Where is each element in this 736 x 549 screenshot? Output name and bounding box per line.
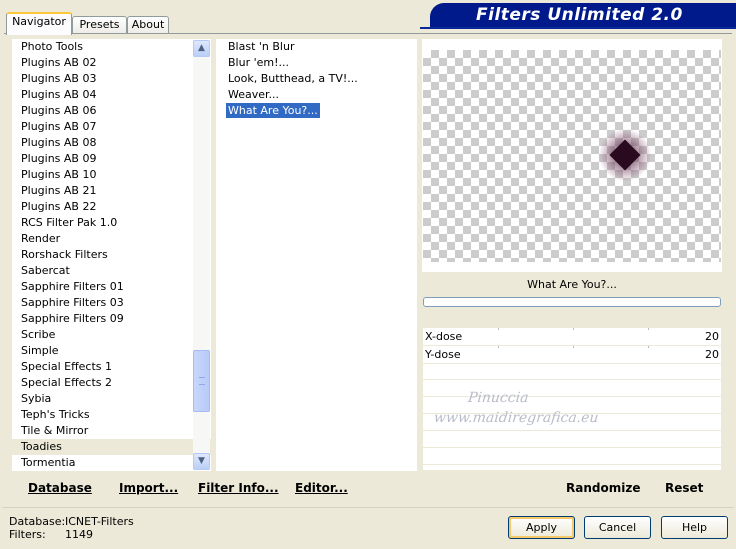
progress-bar	[423, 297, 721, 307]
param-value: 20	[705, 348, 719, 361]
status-database-value: ICNET-Filters	[65, 515, 134, 528]
category-item[interactable]: Scribe	[12, 327, 211, 343]
category-item[interactable]: Plugins AB 22	[12, 199, 211, 215]
filter-item-label: Blast 'n Blur	[228, 40, 295, 53]
category-item[interactable]: Sabercat	[12, 263, 211, 279]
param-x-dose[interactable]: X-dose 20	[423, 328, 721, 346]
category-item[interactable]: Plugins AB 04	[12, 87, 211, 103]
status-filters-key: Filters:	[9, 528, 46, 541]
param-y-dose[interactable]: Y-dose 20	[423, 346, 721, 364]
category-item[interactable]: Special Effects 1	[12, 359, 211, 375]
category-list[interactable]: Photo Tools Plugins AB 02 Plugins AB 03 Plu…	[12, 39, 211, 471]
category-item[interactable]: Photo Tools	[12, 39, 211, 55]
tab-navigator[interactable]: Navigator	[6, 12, 72, 35]
category-item[interactable]: Sapphire Filters 03	[12, 295, 211, 311]
help-button[interactable]: Help	[661, 516, 728, 539]
scrollbar-thumb[interactable]	[193, 350, 210, 412]
category-item[interactable]: Tormentia	[12, 455, 211, 471]
filter-item[interactable]: Blur 'em!...	[216, 55, 417, 71]
tab-about[interactable]: About	[127, 16, 169, 34]
tab-panel-border	[4, 33, 732, 34]
param-label: X-dose	[425, 330, 463, 343]
category-item[interactable]: Tile & Mirror	[12, 423, 211, 439]
category-item[interactable]: Teph's Tricks	[12, 407, 211, 423]
tab-presets[interactable]: Presets	[72, 16, 127, 34]
param-label: Y-dose	[425, 348, 461, 361]
category-item[interactable]: Special Effects 2	[12, 375, 211, 391]
database-button[interactable]: Database	[28, 481, 92, 495]
watermark-url: www.maidiregrafica.eu	[433, 410, 600, 426]
category-item[interactable]: Plugins AB 21	[12, 183, 211, 199]
filter-item[interactable]: Weaver...	[216, 87, 417, 103]
app-title: Filters Unlimited 2.0	[476, 5, 683, 25]
filter-item[interactable]: Look, Butthead, a TV!...	[216, 71, 417, 87]
filter-item-label: Blur 'em!...	[228, 56, 289, 69]
filter-info-button[interactable]: Filter Info...	[198, 481, 279, 495]
preview-toolbar: Randomize Reset	[423, 474, 721, 500]
watermark-name: Pinuccia	[467, 390, 530, 406]
cancel-button[interactable]: Cancel	[584, 516, 651, 539]
category-item[interactable]: Sapphire Filters 09	[12, 311, 211, 327]
status-filters-value: 1149	[65, 528, 93, 541]
filter-list[interactable]: Blast 'n Blur Blur 'em!... Look, Butthead,…	[216, 39, 417, 471]
filter-item[interactable]: Blast 'n Blur	[216, 39, 417, 55]
watermark: Pinuccia www.maidiregrafica.eu	[433, 388, 602, 428]
category-item[interactable]: Rorshack Filters	[12, 247, 211, 263]
category-item[interactable]: Plugins AB 10	[12, 167, 211, 183]
status-area: Database:ICNET-Filters Filters: 1149	[9, 515, 134, 541]
empty-param-row	[423, 449, 721, 465]
category-item[interactable]: Sybia	[12, 391, 211, 407]
preview-filter-name: What Are You?...	[527, 278, 617, 291]
editor-button[interactable]: Editor...	[295, 481, 348, 495]
footer-separator	[2, 507, 734, 508]
filter-item-label: Weaver...	[228, 88, 280, 101]
filter-item[interactable]: What Are You?...	[216, 102, 417, 119]
category-item[interactable]: Sapphire Filters 01	[12, 279, 211, 295]
category-item[interactable]: Plugins AB 08	[12, 135, 211, 151]
randomize-button[interactable]: Randomize	[566, 481, 640, 495]
category-scrollbar[interactable]: ▲ ▼	[193, 40, 210, 470]
category-item[interactable]: Render	[12, 231, 211, 247]
app-title-banner: Filters Unlimited 2.0	[430, 3, 736, 27]
preview-canvas	[423, 50, 721, 262]
param-value: 20	[705, 330, 719, 343]
apply-button[interactable]: Apply	[508, 516, 575, 539]
empty-param-row	[423, 432, 721, 448]
import-button[interactable]: Import...	[119, 481, 178, 495]
category-item[interactable]: Plugins AB 09	[12, 151, 211, 167]
category-item[interactable]: Simple	[12, 343, 211, 359]
category-item[interactable]: Plugins AB 07	[12, 119, 211, 135]
chevron-down-icon[interactable]: ▼	[193, 453, 210, 470]
reset-button[interactable]: Reset	[665, 481, 703, 495]
category-item[interactable]: Plugins AB 06	[12, 103, 211, 119]
empty-param-row	[423, 364, 721, 380]
list-toolbar: Database Import... Filter Info... Editor…	[12, 474, 417, 500]
category-item[interactable]: Toadies	[12, 439, 211, 455]
category-item[interactable]: Plugins AB 02	[12, 55, 211, 71]
category-item[interactable]: Plugins AB 03	[12, 71, 211, 87]
status-database-key: Database:	[9, 515, 66, 528]
filter-item-label: What Are You?...	[225, 102, 321, 119]
filter-item-label: Look, Butthead, a TV!...	[228, 72, 358, 85]
category-item[interactable]: RCS Filter Pak 1.0	[12, 215, 211, 231]
chevron-up-icon[interactable]: ▲	[193, 40, 210, 57]
banner-underline	[420, 27, 736, 29]
